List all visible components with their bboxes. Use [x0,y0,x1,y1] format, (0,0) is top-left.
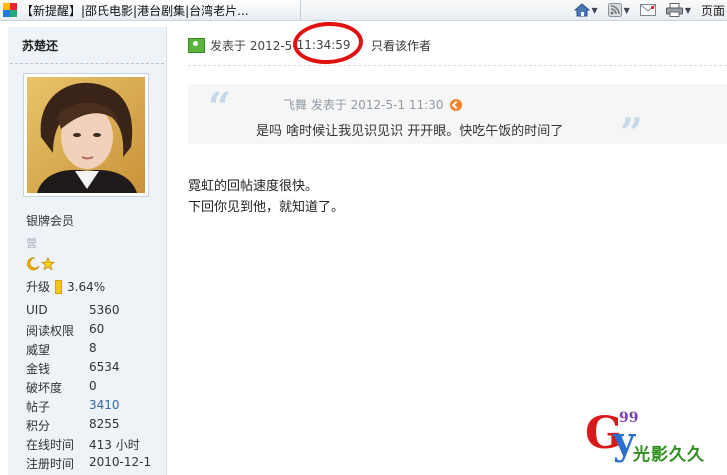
level-up-percent: 3.64% [67,279,106,294]
rank-stars [26,257,55,271]
site-watermark-logo: G y 99 光影久久 [583,410,727,475]
stat-online-time: 在线时间 413 小时 [26,436,151,455]
stat-value: 8 [89,341,97,355]
avatar-portrait-image [27,77,145,193]
user-stats: UID 5360 阅读权限 60 威望 8 金钱 6534 破坏度 0 帖子 3410 积分… [26,303,151,474]
stat-money: 金钱 6534 [26,360,151,379]
stat-key: 注册时间 [26,457,75,471]
print-button[interactable]: ▼ [665,3,691,17]
watermark-number: 99 [619,410,639,426]
site-favicon-icon [3,3,17,17]
divider [10,63,164,64]
mail-button[interactable] [639,4,656,16]
stat-value: 0 [89,379,97,393]
quote-author: 飞舞 发表于 2012-5-1 11:30 [283,98,444,112]
only-author-link[interactable]: 只看该作者 [371,37,431,54]
stat-value: 5360 [89,303,120,317]
stat-value: 2010-12-1 [89,455,152,469]
home-dropdown-icon[interactable]: ▼ [592,6,598,15]
stat-key: 积分 [26,419,51,433]
online-status-icon [188,37,205,53]
level-progress: 升级 3.64% [26,278,105,295]
post-content: 霓虹的回帖速度很快。 下回你见到他，就知道了。 [188,176,344,218]
stat-key: 威望 [26,343,51,357]
stat-posts-link[interactable]: 3410 [89,398,120,417]
close-quote-icon: ” [620,110,644,157]
tab-title: 【新提醒】|邵氏电影|港台剧集|台湾老片... [21,3,249,18]
stat-register-date: 注册时间 2010-12-1 [26,455,151,474]
user-rank: 银牌会员 [26,214,75,228]
star-icon [41,257,55,271]
moon-icon [27,257,40,271]
post-divider [188,65,727,66]
level-up-label: 升级 [26,280,51,294]
page-menu-button[interactable]: 页面 [701,2,725,19]
stat-posts: 帖子 3410 [26,398,151,417]
content-line: 下回你见到他，就知道了。 [188,200,345,215]
stat-value: 413 小时 [89,438,140,452]
stat-key: 帖子 [26,400,51,414]
stat-read-permission: 阅读权限 60 [26,322,151,341]
stat-value: 6534 [89,360,120,374]
browser-tab[interactable]: 【新提醒】|邵氏电影|港台剧集|台湾老片... [0,0,301,20]
open-quote-icon: “ [208,84,232,131]
avatar[interactable] [23,73,149,197]
red-highlight-circle [291,20,365,66]
stat-key: 金钱 [26,362,51,376]
level-progress-bar [55,279,63,294]
watermark-y: y [613,418,636,463]
home-button[interactable]: ▼ [573,3,598,17]
stat-key: 破坏度 [26,381,63,395]
quote-body: 是吗 啥时候让我见识见识 开开眼。快吃午饭的时间了 [256,124,564,139]
post-date: 发表于 2012-5- [210,38,297,53]
jump-to-post-icon[interactable] [449,98,462,111]
stat-points: 积分 8255 [26,417,151,436]
content-line: 霓虹的回帖速度很快。 [188,179,319,194]
browser-toolbar: 【新提醒】|邵氏电影|港台剧集|台湾老片... ▼ ▼ ▼ 页面 [0,0,727,21]
stat-value: 8255 [89,417,120,431]
stat-destruction: 破坏度 0 [26,379,151,398]
stat-key: UID [26,303,48,317]
watermark-text: 光影久久 [633,445,705,465]
mail-icon [639,4,656,16]
home-icon [573,3,590,17]
stat-key: 在线时间 [26,438,75,452]
feed-button[interactable]: ▼ [607,3,630,17]
rss-feed-icon [607,3,622,17]
stat-prestige: 威望 8 [26,341,151,360]
user-profile-panel: 苏楚还 银牌会员 营 升级 3.64% UID 5360 阅读权限 60 威望 … [8,27,167,475]
quote-header: 飞舞 发表于 2012-5-1 11:30 [283,96,462,113]
quote-block: “ 飞舞 发表于 2012-5-1 11:30 是吗 啥时候让我见识见识 开开眼… [188,84,727,154]
user-rank-extra: 营 [26,237,37,250]
print-dropdown-icon[interactable]: ▼ [685,6,691,15]
stat-uid: UID 5360 [26,303,151,322]
username[interactable]: 苏楚还 [22,37,58,54]
feed-dropdown-icon[interactable]: ▼ [624,6,630,15]
stat-key: 阅读权限 [26,324,75,338]
printer-icon [665,3,683,17]
stat-value: 60 [89,322,105,336]
